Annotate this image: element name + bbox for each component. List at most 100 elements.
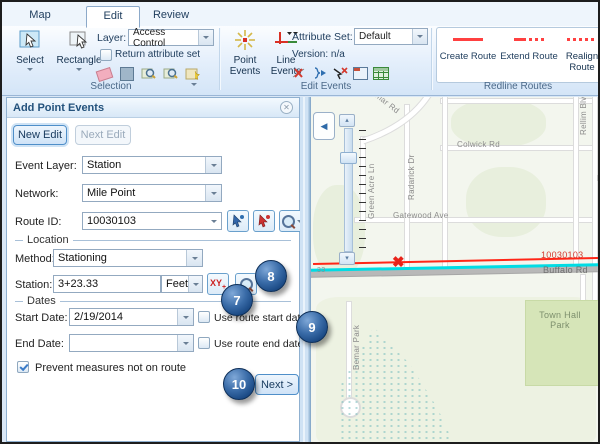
callout-7-badge: 7 [221,284,253,316]
route-id-value: 10030103 [87,215,136,227]
use-route-start-date-checkbox[interactable] [198,311,210,323]
start-date-value: 2/19/2014 [74,311,123,323]
selection-group-label: Selection [7,81,215,92]
units-arrow[interactable] [188,276,202,292]
prevent-measures-checkbox[interactable] [17,361,29,373]
create-route-line-icon [453,38,483,41]
zoom-slider-ticks [359,130,366,248]
merge-events-icon[interactable] [311,66,327,82]
select-route-on-map-icon [231,214,245,228]
panel-close-icon[interactable]: ✕ [280,101,293,114]
select-tool-label: Select [16,55,44,66]
start-date-picker[interactable]: 2/19/2014 [69,308,194,326]
network-value: Mile Point [87,187,135,199]
tab-edit[interactable]: Edit [86,6,140,28]
collapse-left-icon: ◀ [321,121,328,132]
split-event-icon[interactable] [291,66,307,82]
clear-selection-icon[interactable] [97,66,113,82]
select-route-on-map-button[interactable] [227,210,249,232]
realign-route-button[interactable]: Realign Route [562,32,600,73]
zoom-to-selection-icon[interactable] [141,66,157,82]
route-id-combobox[interactable]: 10030103 [82,212,222,230]
clear-route-selection-button[interactable] [253,210,275,232]
use-route-end-date-label: Use route end date [214,338,303,350]
select-tool-icon [18,28,42,55]
extend-route-button[interactable]: Extend Route [500,32,558,62]
callout-10-badge: 10 [223,368,255,400]
event-location-x-marker: ✖ [392,253,405,271]
selection-rectangle-icon[interactable] [119,66,135,82]
selection-attributes-icon[interactable] [185,66,201,82]
zoom-slider-handle[interactable] [340,152,357,164]
new-edit-button[interactable]: New Edit [13,125,67,145]
method-arrow[interactable] [186,250,202,266]
point-events-icon [233,28,257,55]
zoom-out-button[interactable]: ▾ [339,252,355,265]
callout-8-badge: 8 [255,260,287,292]
zoom-in-button[interactable]: ▴ [339,114,355,127]
method-combobox[interactable]: Stationing [53,249,203,267]
end-date-arrow[interactable] [177,335,193,351]
network-combobox[interactable]: Mile Point [82,184,222,202]
buffalo-rd-label: Buffalo Rd [543,265,588,275]
create-route-button[interactable]: Create Route [440,32,496,62]
rectangle-dropdown-caret-icon[interactable] [76,68,82,71]
end-date-picker[interactable] [69,334,194,352]
panel-title: Add Point Events [7,98,299,118]
event-layer-combobox[interactable]: Station [82,156,222,174]
point-events-button[interactable]: Point Events [226,28,264,77]
create-route-label: Create Route [440,51,497,62]
use-route-start-date-label: Use route start date [214,312,306,324]
units-value: Feet [166,278,188,290]
tab-map[interactable]: Map [14,6,66,26]
event-layer-label: Event Layer: [15,160,77,172]
next-button[interactable]: Next > [255,374,299,395]
event-overview-window-icon[interactable] [353,66,369,82]
route-search-icon [282,215,295,228]
select-dropdown-caret-icon[interactable] [27,68,33,71]
tab-review[interactable]: Review [142,6,200,26]
start-date-arrow[interactable] [177,309,193,325]
route-id-caret-icon[interactable] [211,220,217,223]
event-layer-arrow[interactable] [205,157,221,173]
map-view[interactable]: Town Hall Park ✖ mar Rd Colwick Rd Gatew… [310,97,600,444]
location-legend-text: Location [27,234,69,246]
zoom-slider-track[interactable] [344,128,353,252]
select-tool-button[interactable]: Select [8,28,52,71]
return-attribute-set-label: Return attribute set [115,49,200,60]
colwick-road-label: Colwick Rd [457,140,500,149]
edit-events-group-label: Edit Events [224,81,428,92]
gatewood-ave-label: Gatewood Ave [393,211,449,220]
start-date-label: Start Date: [15,312,68,324]
pan-to-selection-icon[interactable] [163,66,179,82]
attribute-set-arrow[interactable] [412,29,427,44]
clear-route-selection-icon [257,214,271,228]
layer-label: Layer: [97,32,126,44]
network-arrow[interactable] [205,185,221,201]
end-date-label: End Date: [15,338,64,350]
panel-map-splitter[interactable] [300,97,310,444]
units-combobox[interactable]: Feet [161,275,203,293]
ribbon-tabbar: Map Edit Review [2,2,598,27]
use-route-end-date-checkbox[interactable] [198,337,210,349]
event-editor-window: Map Edit Review Select Rectangle [0,0,600,444]
layer-combobox-value: Access Control [133,27,198,49]
event-table-icon[interactable] [373,66,389,82]
version-label: Version: n/a [292,49,345,60]
method-value: Stationing [58,252,107,264]
attribute-set-value: Default [359,31,391,42]
xy-coordinates-icon: XY+ [210,278,226,291]
attribute-set-combobox[interactable]: Default [354,28,428,45]
realign-route-line-icon [567,38,597,41]
delete-event-icon[interactable] [332,66,348,82]
station-tick-label: 33 [317,267,325,274]
collapse-panel-tab[interactable]: ◀ [313,112,335,140]
bemar-park-label: Bemar Park [352,325,361,370]
return-attribute-set-checkbox[interactable] [100,49,112,61]
green-acre-ln-label: Green Acre Ln [367,164,376,220]
route-number-label: 10030103 [541,250,583,260]
next-edit-button[interactable]: Next Edit [75,125,131,145]
layer-combobox[interactable]: Access Control [128,29,214,46]
layer-combobox-arrow[interactable] [198,30,213,45]
station-input[interactable]: 3+23.33 [53,275,161,293]
